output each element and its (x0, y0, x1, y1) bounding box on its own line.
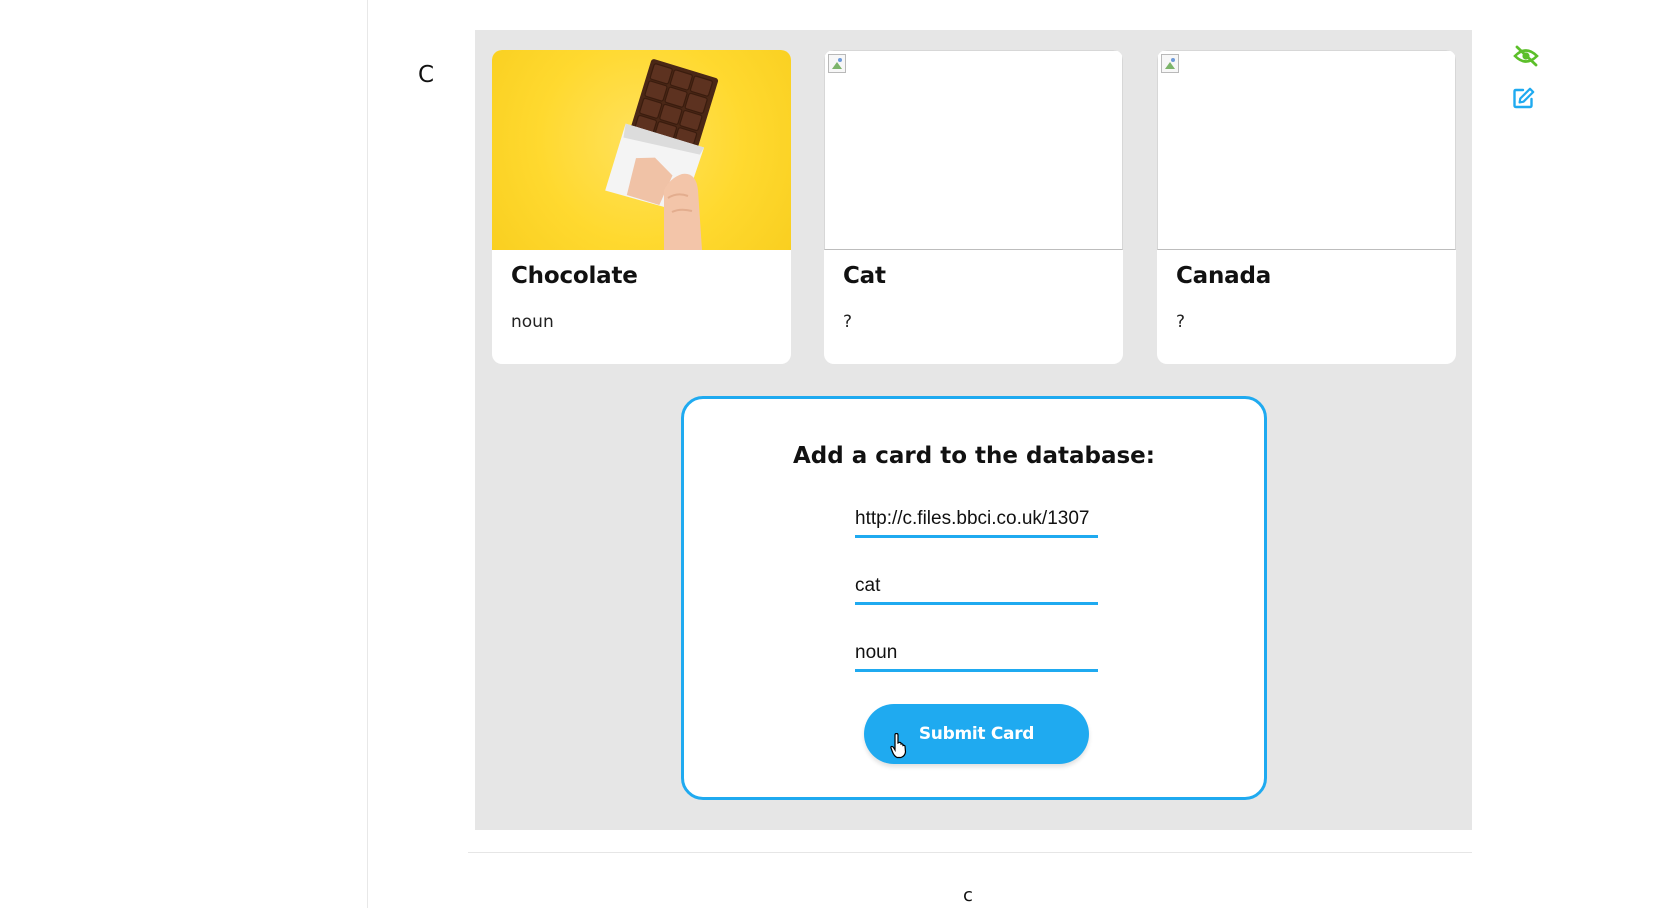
card-chocolate[interactable]: Chocolate noun (492, 50, 791, 364)
hand-cursor-icon (890, 733, 907, 759)
broken-image-icon (828, 54, 846, 73)
card-image (824, 50, 1123, 250)
page: C Chocolate noun Cat ? Canada ? Add a ca… (0, 0, 1653, 908)
left-divider (367, 0, 368, 908)
card-cat[interactable]: Cat ? (824, 50, 1123, 364)
card-title: Cat (843, 263, 886, 289)
card-title: Canada (1176, 263, 1272, 289)
card-subtitle: noun (511, 312, 554, 332)
card-canada[interactable]: Canada ? (1157, 50, 1456, 364)
flashcard-cell: Chocolate noun Cat ? Canada ? Add a card… (475, 30, 1472, 830)
word-type-input[interactable] (855, 636, 1098, 672)
card-subtitle: ? (1176, 312, 1186, 332)
section-divider (468, 852, 1472, 853)
card-subtitle: ? (843, 312, 853, 332)
edit-icon[interactable] (1513, 87, 1535, 109)
eye-slash-icon[interactable] (1513, 45, 1539, 67)
card-image (492, 50, 791, 250)
next-row-letter: c (963, 885, 973, 906)
add-card-form: Add a card to the database: Submit Card (681, 396, 1267, 800)
row-letter: C (418, 62, 435, 88)
form-title: Add a card to the database: (793, 443, 1155, 469)
card-image (1157, 50, 1456, 250)
broken-image-icon (1161, 54, 1179, 73)
card-title: Chocolate (511, 263, 638, 289)
chocolate-bar-image (605, 59, 719, 250)
word-input[interactable] (855, 569, 1098, 605)
image-url-input[interactable] (855, 502, 1098, 538)
